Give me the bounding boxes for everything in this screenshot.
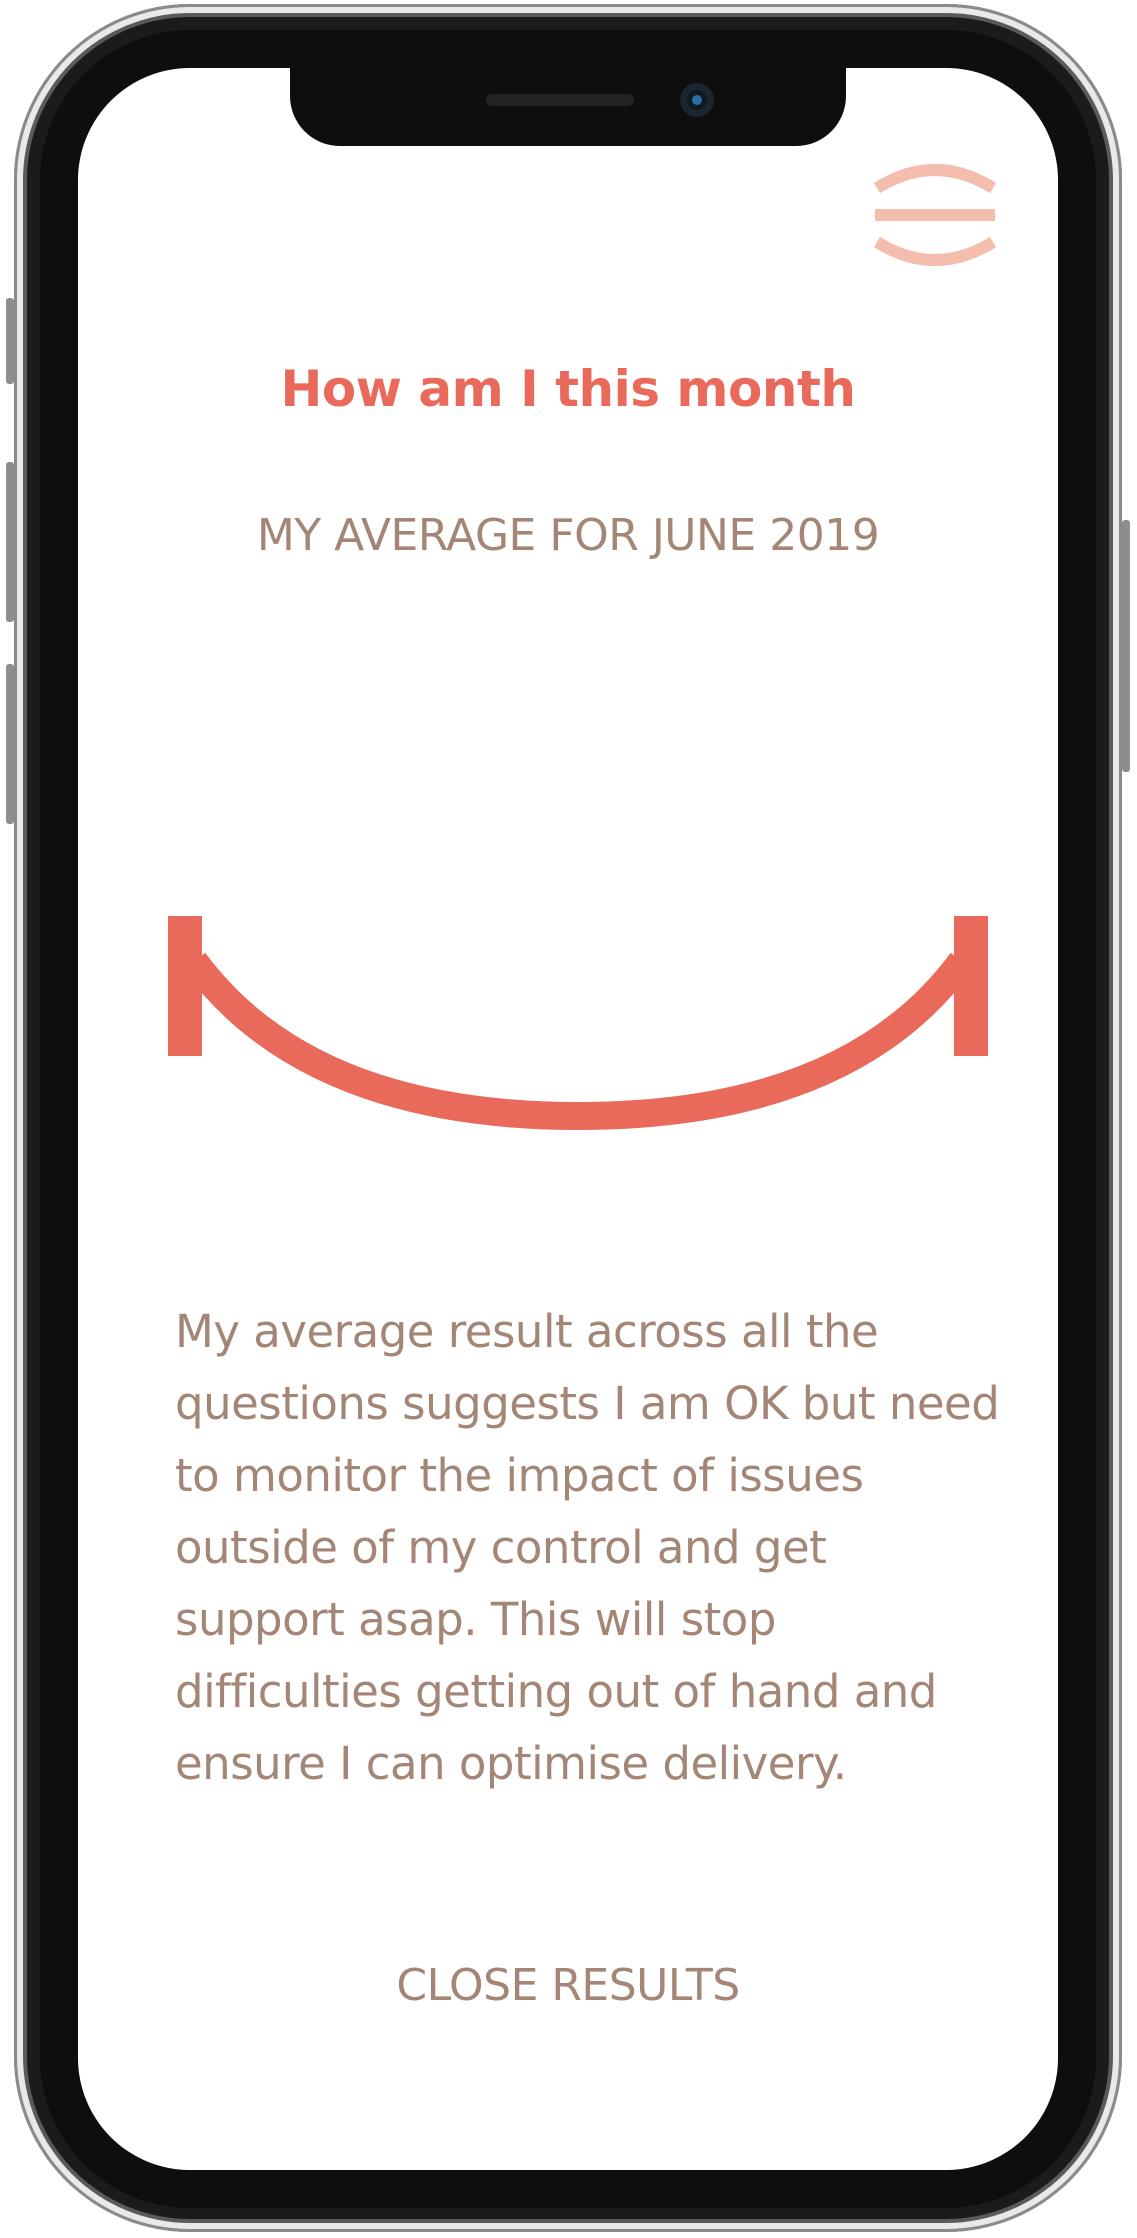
period-subtitle: MY AVERAGE FOR JUNE 2019 [256, 510, 880, 561]
close-results-button[interactable]: CLOSE RESULTS [343, 1946, 793, 2026]
menu-button[interactable] [871, 160, 999, 270]
page-title: How am I this month [280, 360, 856, 418]
front-camera [680, 83, 714, 117]
smile-gauge-icon [168, 916, 988, 1131]
volume-up-button [6, 462, 14, 622]
mute-switch [6, 298, 14, 384]
power-button [1122, 520, 1130, 772]
app-screen: How am I this month MY AVERAGE FOR JUNE … [78, 68, 1058, 2170]
speaker-grille [486, 94, 634, 106]
device-mockup: How am I this month MY AVERAGE FOR JUNE … [0, 0, 1137, 2238]
result-description: My average result across all the questio… [175, 1305, 1000, 1790]
volume-down-button [6, 664, 14, 824]
menu-icon [873, 164, 997, 266]
notch [290, 68, 846, 146]
